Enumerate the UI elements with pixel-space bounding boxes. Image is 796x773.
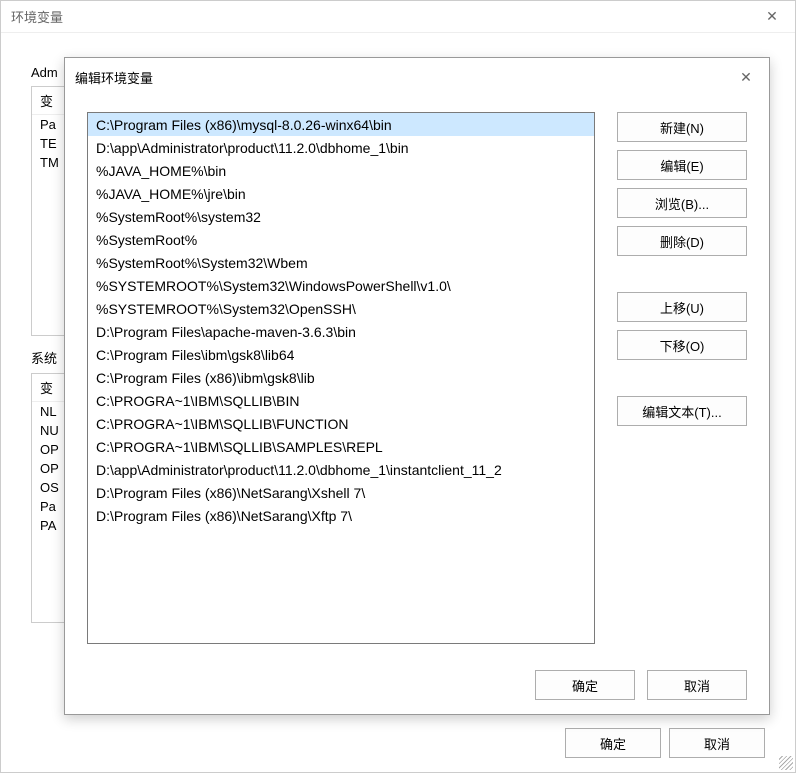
browse-button[interactable]: 浏览(B)... xyxy=(617,188,747,218)
move-down-button[interactable]: 下移(O) xyxy=(617,330,747,360)
path-entry[interactable]: %SystemRoot%\system32 xyxy=(88,205,594,228)
path-entry[interactable]: C:\PROGRA~1\IBM\SQLLIB\BIN xyxy=(88,389,594,412)
side-button-column: 新建(N) 编辑(E) 浏览(B)... 删除(D) 上移(U) 下移(O) 编… xyxy=(617,112,747,644)
path-entry[interactable]: %SYSTEMROOT%\System32\WindowsPowerShell\… xyxy=(88,274,594,297)
user-var-header: 变 xyxy=(40,91,53,110)
close-icon: ✕ xyxy=(740,69,752,86)
parent-bottom-buttons: 确定 取消 xyxy=(1,714,795,772)
edit-dialog-title: 编辑环境变量 xyxy=(75,68,153,87)
path-entry[interactable]: %JAVA_HOME%\jre\bin xyxy=(88,182,594,205)
close-icon: ✕ xyxy=(766,8,778,25)
path-entry[interactable]: D:\Program Files (x86)\NetSarang\Xshell … xyxy=(88,481,594,504)
edit-close-button[interactable]: ✕ xyxy=(723,61,769,93)
delete-button[interactable]: 删除(D) xyxy=(617,226,747,256)
edit-bottom-buttons: 确定 取消 xyxy=(65,660,769,716)
path-entry[interactable]: C:\Program Files (x86)\ibm\gsk8\lib xyxy=(88,366,594,389)
edit-environment-variable-dialog: 编辑环境变量 ✕ C:\Program Files (x86)\mysql-8.… xyxy=(64,57,770,715)
edit-ok-button[interactable]: 确定 xyxy=(535,670,635,700)
path-entry[interactable]: C:\PROGRA~1\IBM\SQLLIB\SAMPLES\REPL xyxy=(88,435,594,458)
parent-title: 环境变量 xyxy=(11,7,63,26)
edit-titlebar[interactable]: 编辑环境变量 ✕ xyxy=(65,58,769,96)
parent-cancel-button[interactable]: 取消 xyxy=(669,728,765,758)
path-entry[interactable]: %SYSTEMROOT%\System32\OpenSSH\ xyxy=(88,297,594,320)
parent-resize-grip[interactable] xyxy=(779,756,793,770)
path-entry[interactable]: D:\app\Administrator\product\11.2.0\dbho… xyxy=(88,136,594,159)
new-button[interactable]: 新建(N) xyxy=(617,112,747,142)
edit-button[interactable]: 编辑(E) xyxy=(617,150,747,180)
path-entry[interactable]: %JAVA_HOME%\bin xyxy=(88,159,594,182)
path-entry[interactable]: C:\Program Files\ibm\gsk8\lib64 xyxy=(88,343,594,366)
parent-titlebar[interactable]: 环境变量 ✕ xyxy=(1,1,795,33)
path-entry[interactable]: D:\Program Files (x86)\NetSarang\Xftp 7\ xyxy=(88,504,594,527)
button-spacer xyxy=(617,264,747,284)
parent-ok-button[interactable]: 确定 xyxy=(565,728,661,758)
edit-dialog-body: C:\Program Files (x86)\mysql-8.0.26-winx… xyxy=(65,96,769,660)
path-entries-list[interactable]: C:\Program Files (x86)\mysql-8.0.26-winx… xyxy=(87,112,595,644)
parent-close-button[interactable]: ✕ xyxy=(749,1,795,33)
sys-var-header: 变 xyxy=(40,378,53,397)
path-entry[interactable]: %SystemRoot% xyxy=(88,228,594,251)
edit-cancel-button[interactable]: 取消 xyxy=(647,670,747,700)
path-entry[interactable]: C:\PROGRA~1\IBM\SQLLIB\FUNCTION xyxy=(88,412,594,435)
path-entry[interactable]: %SystemRoot%\System32\Wbem xyxy=(88,251,594,274)
path-entry[interactable]: D:\Program Files\apache-maven-3.6.3\bin xyxy=(88,320,594,343)
move-up-button[interactable]: 上移(U) xyxy=(617,292,747,322)
path-entry[interactable]: D:\app\Administrator\product\11.2.0\dbho… xyxy=(88,458,594,481)
button-spacer xyxy=(617,368,747,388)
edit-text-button[interactable]: 编辑文本(T)... xyxy=(617,396,747,426)
path-entry[interactable]: C:\Program Files (x86)\mysql-8.0.26-winx… xyxy=(88,113,594,136)
